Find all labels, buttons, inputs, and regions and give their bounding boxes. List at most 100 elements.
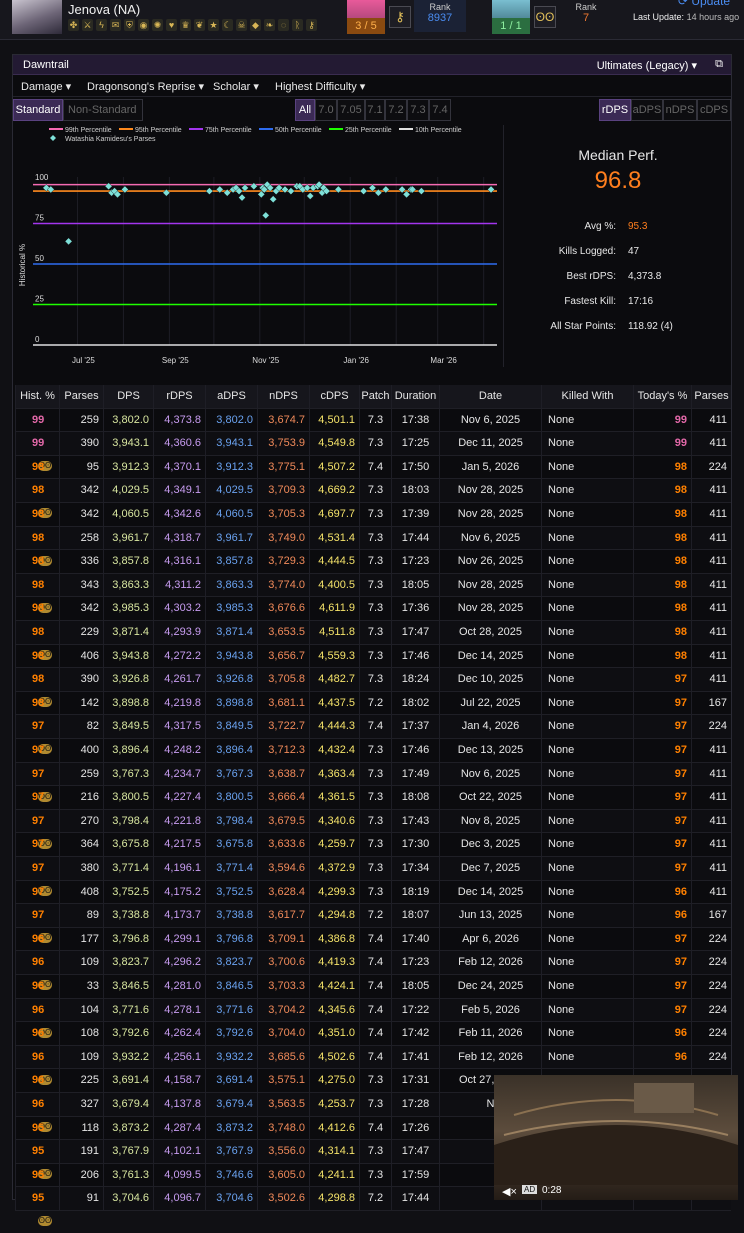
- column-header[interactable]: Patch: [359, 385, 391, 408]
- difficulty-dropdown[interactable]: Highest Difficulty ▾: [275, 80, 365, 93]
- column-header[interactable]: Hist. %: [15, 385, 59, 408]
- column-header[interactable]: aDPS: [205, 385, 257, 408]
- tab-non-standard[interactable]: Non-Standard: [63, 99, 143, 121]
- date-cell[interactable]: Nov 26, 2025: [439, 550, 541, 574]
- skull-icon[interactable]: ☠: [236, 19, 247, 31]
- table-row[interactable]: 97ʘʘ 259 3,767.3 4,234.7 3,767.3 3,638.7 4,363…: [15, 762, 731, 802]
- ultimates-dropdown[interactable]: Ultimates (Legacy) ▾: [597, 59, 697, 72]
- date-cell[interactable]: Dec 11, 2025: [439, 432, 541, 456]
- date-cell[interactable]: Nov 6, 2025: [439, 762, 541, 786]
- column-header[interactable]: DPS: [103, 385, 153, 408]
- column-header[interactable]: rDPS: [153, 385, 205, 408]
- spec-dropdown[interactable]: Scholar ▾: [213, 80, 259, 93]
- table-row[interactable]: 97ʘʘ4003,896.44,248.23,896.43,712.34,432…: [15, 739, 731, 779]
- date-cell[interactable]: Dec 10, 2025: [439, 668, 541, 692]
- tab-patch-7-2[interactable]: 7.2: [385, 99, 407, 121]
- table-row[interactable]: 97ʘʘ 82 3,849.5 4,317.5 3,849.5 3,722.7 4,444.…: [15, 715, 731, 755]
- leaf-icon[interactable]: ❧: [264, 19, 275, 31]
- popout-icon[interactable]: ⧉: [715, 58, 723, 71]
- tab-patch-7-1[interactable]: 7.1: [365, 99, 385, 121]
- video-player[interactable]: [494, 1075, 738, 1200]
- table-row[interactable]: 96ʘʘ 109 3,823.7 4,296.2 3,823.7 3,700.6 4,419…: [15, 951, 731, 991]
- table-row[interactable]: 97ʘʘ2163,800.54,227.43,800.53,666.44,361…: [15, 786, 731, 826]
- tab-ndps[interactable]: nDPS: [663, 99, 697, 121]
- table-row[interactable]: 98ʘʘ1423,898.84,219.83,898.83,681.14,437…: [15, 691, 731, 731]
- date-cell[interactable]: Jul 22, 2025: [439, 691, 541, 715]
- character-avatar[interactable]: [12, 0, 62, 34]
- wing-icon[interactable]: ❦: [194, 19, 205, 31]
- table-row[interactable]: 99ʘʘ 390 3,943.1 4,360.6 3,943.1 3,753.9 4,549…: [15, 432, 731, 472]
- table-row[interactable]: 98ʘʘ3363,857.84,316.13,857.83,729.34,444…: [15, 550, 731, 590]
- column-header[interactable]: Date: [439, 385, 541, 408]
- table-row[interactable]: 96ʘʘ 104 3,771.6 4,278.1 3,771.6 3,704.2 4,345…: [15, 998, 731, 1038]
- date-cell[interactable]: Dec 24, 2025: [439, 975, 541, 998]
- date-cell[interactable]: Feb 12, 2026: [439, 951, 541, 975]
- bolt-icon[interactable]: ϟ: [96, 19, 107, 31]
- character-name[interactable]: Jenova (NA): [68, 2, 140, 17]
- table-row[interactable]: 98ʘʘ 390 3,926.8 4,261.7 3,926.8 3,705.8 4,482…: [15, 668, 731, 708]
- date-cell[interactable]: Dec 7, 2025: [439, 857, 541, 880]
- rank-box-2[interactable]: Rank 7: [560, 0, 612, 32]
- date-cell[interactable]: Nov 28, 2025: [439, 503, 541, 526]
- table-row[interactable]: 98ʘʘ953,912.34,370.13,912.33,775.14,507.…: [15, 455, 731, 495]
- date-cell[interactable]: Nov 6, 2025: [439, 408, 541, 432]
- table-row[interactable]: 98ʘʘ4063,943.84,272.23,943.83,656.74,559…: [15, 644, 731, 684]
- table-row[interactable]: 97ʘʘ 89 3,738.8 4,173.7 3,738.8 3,617.7 4,294.…: [15, 904, 731, 944]
- tab-rdps[interactable]: rDPS: [599, 99, 631, 121]
- mute-icon[interactable]: ◀×: [502, 1185, 517, 1198]
- table-row[interactable]: 98ʘʘ 342 4,029.5 4,349.1 4,029.5 3,709.3 4,669…: [15, 479, 731, 519]
- moon-icon[interactable]: ☾: [222, 19, 233, 31]
- date-cell[interactable]: Oct 22, 2025: [439, 786, 541, 810]
- key-icon[interactable]: ⚷: [306, 19, 317, 31]
- crown-icon[interactable]: ♛: [180, 19, 191, 31]
- column-header[interactable]: nDPS: [257, 385, 309, 408]
- date-cell[interactable]: Nov 28, 2025: [439, 597, 541, 621]
- tab-adps[interactable]: aDPS: [631, 99, 663, 121]
- date-cell[interactable]: Feb 11, 2026: [439, 1022, 541, 1046]
- date-cell[interactable]: Feb 5, 2026: [439, 998, 541, 1022]
- metric-dropdown[interactable]: Damage ▾: [21, 80, 71, 93]
- table-row[interactable]: 96ʘʘ1083,792.64,262.43,792.63,704.04,351…: [15, 1022, 731, 1062]
- clover-icon[interactable]: ✤: [68, 19, 79, 31]
- column-header[interactable]: cDPS: [309, 385, 359, 408]
- date-cell[interactable]: Nov 28, 2025: [439, 573, 541, 597]
- date-cell[interactable]: Jun 13, 2025: [439, 904, 541, 928]
- tab-patch-7-0[interactable]: 7.0: [315, 99, 337, 121]
- date-cell[interactable]: Dec 3, 2025: [439, 833, 541, 857]
- tab-patch-all[interactable]: All: [295, 99, 315, 121]
- shield-icon[interactable]: ⛨: [124, 19, 135, 31]
- table-row[interactable]: 98ʘʘ3423,985.34,303.23,985.33,676.64,611…: [15, 597, 731, 637]
- column-header[interactable]: Killed With: [541, 385, 633, 408]
- date-cell[interactable]: Nov 6, 2025: [439, 526, 541, 550]
- date-cell[interactable]: Jan 4, 2026: [439, 715, 541, 739]
- scroll-icon[interactable]: ✉: [110, 19, 121, 31]
- table-row[interactable]: 96ʘʘ 109 3,932.2 4,256.1 3,932.2 3,685.6 4,502…: [15, 1045, 731, 1085]
- table-row[interactable]: 97ʘʘ 270 3,798.4 4,221.8 3,798.4 3,679.5 4,340…: [15, 809, 731, 849]
- ring-icon[interactable]: ◌: [278, 19, 289, 31]
- update-button[interactable]: ⟳ Update: [678, 0, 730, 8]
- date-cell[interactable]: Nov 8, 2025: [439, 809, 541, 833]
- heart-icon[interactable]: ♥: [166, 19, 177, 31]
- table-row[interactable]: 98ʘʘ 343 3,863.3 4,311.2 3,863.3 3,774.0 4,400…: [15, 573, 731, 613]
- tab-cdps[interactable]: cDPS: [697, 99, 731, 121]
- tab-standard[interactable]: Standard: [13, 99, 63, 121]
- date-cell[interactable]: Oct 28, 2025: [439, 621, 541, 644]
- date-cell[interactable]: Dec 13, 2025: [439, 739, 541, 762]
- tab-patch-7-4[interactable]: 7.4: [429, 99, 451, 121]
- table-row[interactable]: 96ʘʘ1773,796.84,299.13,796.83,709.14,386…: [15, 927, 731, 967]
- column-header[interactable]: Today's %: [633, 385, 691, 408]
- date-cell[interactable]: Feb 12, 2026: [439, 1045, 541, 1069]
- fire-icon[interactable]: ✺: [152, 19, 163, 31]
- rune-icon[interactable]: ᚱ: [292, 19, 303, 31]
- date-cell[interactable]: Apr 6, 2026: [439, 927, 541, 951]
- eye-icon[interactable]: ◉: [138, 19, 149, 31]
- table-row[interactable]: 97ʘʘ3643,675.84,217.53,675.83,633.64,259…: [15, 833, 731, 873]
- table-row[interactable]: 98ʘʘ3424,060.54,342.64,060.53,705.34,697…: [15, 503, 731, 543]
- date-cell[interactable]: Jan 5, 2026: [439, 455, 541, 479]
- sword-icon[interactable]: ⚔: [82, 19, 93, 31]
- column-header[interactable]: Parses: [59, 385, 103, 408]
- date-cell[interactable]: Dec 14, 2025: [439, 880, 541, 904]
- date-cell[interactable]: Nov 28, 2025: [439, 479, 541, 503]
- tab-patch-7-05[interactable]: 7.05: [337, 99, 365, 121]
- star-icon[interactable]: ★: [208, 19, 219, 31]
